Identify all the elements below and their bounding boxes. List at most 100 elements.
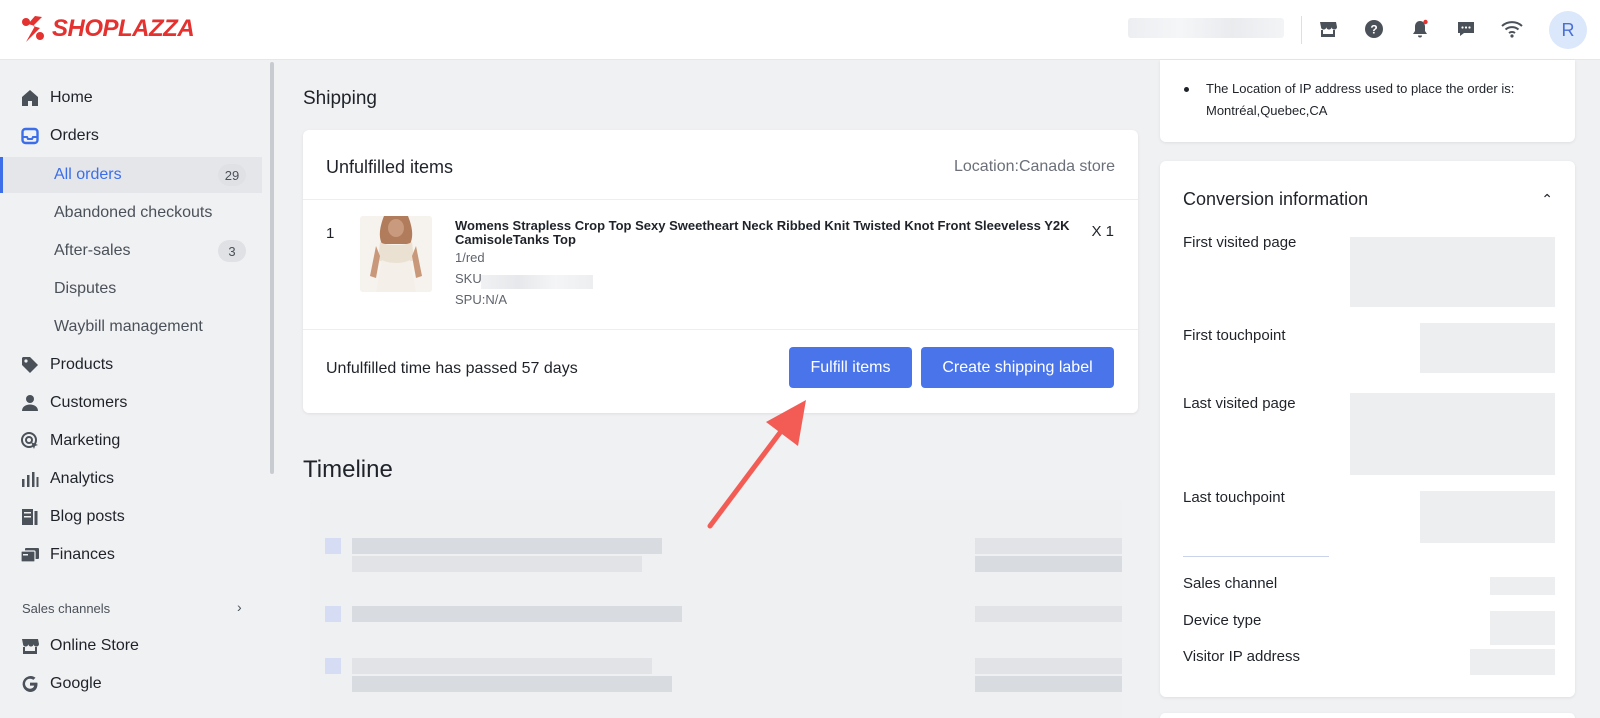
timeline-redacted [310,500,1122,718]
topbar-divider [1301,16,1302,44]
home-icon [22,90,38,106]
target-icon [21,432,38,449]
count-badge: 3 [218,240,246,262]
sku-label: SKU [455,271,482,286]
sidebar-item-label: Home [50,89,93,106]
conversion-information-card: Conversion information ⌃ First visited p… [1160,161,1575,697]
redacted-value [1420,491,1555,543]
sidebar-item-label: Finances [50,546,115,563]
sidebar-item-finances[interactable]: Finances [0,537,262,573]
sidebar-item-label: After-sales [54,242,131,259]
store-icon[interactable] [1316,17,1340,41]
user-avatar[interactable]: R [1549,11,1587,49]
card-header: Unfulfilled items Location:Canada store [303,130,1138,200]
ip-location-card: The Location of IP address used to place… [1160,60,1575,142]
sales-channel-label: Sales channel [1183,575,1278,592]
sidebar-item-label: Orders [50,127,99,144]
redacted-value [1420,323,1555,373]
brand-name: SHOPLAZZA [52,15,195,42]
sidebar-subitem-waybill[interactable]: Waybill management [0,309,262,345]
sidebar-item-blog-posts[interactable]: Blog posts [0,499,262,535]
variant-label: 1/red [455,250,485,265]
sidebar-item-label: Marketing [50,432,121,449]
item-index: 1 [326,225,335,242]
sidebar: Home Orders All orders 29 Abandoned chec… [0,60,276,718]
visitor-ip-label: Visitor IP address [1183,648,1301,665]
redacted-value [1490,577,1555,595]
sidebar-subitem-disputes[interactable]: Disputes [0,271,262,307]
sidebar-subitem-all-orders[interactable]: All orders 29 [0,157,262,193]
sidebar-item-label: All orders [54,166,122,183]
create-shipping-label-button[interactable]: Create shipping label [921,347,1114,388]
section-title-timeline: Timeline [303,456,393,483]
sidebar-item-analytics[interactable]: Analytics [0,461,262,497]
next-card-edge [1160,713,1575,718]
unfulfilled-items-card: Unfulfilled items Location:Canada store … [303,130,1138,413]
store-icon [22,639,39,654]
brand-logo[interactable]: SHOPLAZZA [20,14,195,44]
spu-label: SPU:N/A [455,292,508,307]
sidebar-item-home[interactable]: Home [0,80,262,116]
card-title: Conversion information [1183,189,1369,209]
last-touchpoint-label: Last touchpoint [1183,489,1285,506]
redacted-value [1350,393,1555,475]
section-label-sales-channels: Sales channels [22,601,111,616]
blog-icon [22,509,38,525]
unfulfilled-time-text: Unfulfilled time has passed 57 days [326,360,578,377]
sidebar-subitem-abandoned-checkouts[interactable]: Abandoned checkouts [0,195,262,231]
section-title-shipping: Shipping [303,88,377,109]
finance-icon [20,548,39,563]
sidebar-item-customers[interactable]: Customers [0,385,262,421]
help-icon[interactable]: ? [1362,17,1386,41]
top-bar: SHOPLAZZA ? R [0,0,1600,60]
last-visited-page-label: Last visited page [1183,395,1296,412]
sidebar-item-label: Online Store [50,637,139,654]
sidebar-item-marketing[interactable]: Marketing [0,423,262,459]
device-type-label: Device type [1183,612,1262,629]
quantity-label: X 1 [1091,223,1114,240]
person-icon [22,395,38,411]
svg-text:?: ? [1370,23,1377,37]
redacted-value [1470,649,1555,675]
store-name-redacted [1128,18,1284,38]
card-title: Unfulfilled items [326,157,454,177]
divider [1183,556,1329,557]
bar-chart-icon [22,472,39,487]
sidebar-item-label: Blog posts [50,508,125,525]
sidebar-item-label: Google [50,675,102,692]
sidebar-scrollbar[interactable] [270,62,274,474]
bullet [1184,87,1189,92]
tag-icon [22,357,38,373]
wifi-icon[interactable] [1500,17,1524,41]
ip-location-text: The Location of IP address used to place… [1206,81,1515,118]
sku-value-redacted [481,275,593,289]
message-icon[interactable] [1454,17,1478,41]
first-visited-page-label: First visited page [1183,234,1297,251]
sidebar-item-label: Waybill management [54,318,203,335]
sidebar-item-products[interactable]: Products [0,347,262,383]
sidebar-item-label: Abandoned checkouts [54,204,213,221]
location-label: Location:Canada store [954,158,1115,175]
chevron-up-icon[interactable]: ⌃ [1541,191,1553,208]
sidebar-item-label: Disputes [54,280,117,297]
sidebar-item-label: Products [50,356,114,373]
count-badge: 29 [218,164,246,186]
product-thumbnail[interactable] [360,216,432,292]
sidebar-item-orders[interactable]: Orders [0,118,262,154]
sidebar-subitem-after-sales[interactable]: After-sales 3 [0,233,262,269]
google-icon [22,676,38,692]
first-touchpoint-label: First touchpoint [1183,327,1286,344]
sidebar-item-label: Customers [50,394,128,411]
chevron-right-icon[interactable]: › [237,599,242,615]
sidebar-item-label: Analytics [50,470,115,487]
redacted-value [1490,611,1555,645]
line-item-row: 1 Womens Strapless Crop Top Sexy Sweethe… [303,200,1138,330]
shoplazza-logo-icon [22,16,44,42]
redacted-value [1350,237,1555,307]
bell-icon[interactable] [1408,17,1432,41]
inbox-icon [21,127,39,145]
fulfill-items-button[interactable]: Fulfill items [789,347,912,388]
product-title[interactable]: Womens Strapless Crop Top Sexy Sweethear… [455,219,1075,247]
sidebar-item-google[interactable]: Google [0,666,262,702]
sidebar-item-online-store[interactable]: Online Store [0,628,262,664]
